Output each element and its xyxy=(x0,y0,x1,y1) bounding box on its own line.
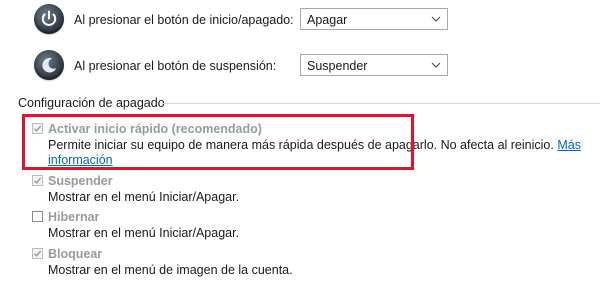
power-button-action-value: Apagar xyxy=(307,13,348,27)
fast-startup-checkbox[interactable] xyxy=(32,123,43,134)
power-button-icon xyxy=(34,4,64,34)
chevron-down-icon xyxy=(431,16,441,22)
sleep-option-description: Mostrar en el menú Iniciar/Apagar. xyxy=(48,190,240,204)
sleep-button-action-select[interactable]: Suspender xyxy=(300,54,448,76)
checkmark-icon xyxy=(34,177,42,184)
power-button-row: Al presionar el botón de inicio/apagado:… xyxy=(0,2,600,38)
sleep-button-action-value: Suspender xyxy=(307,59,368,73)
chevron-down-icon xyxy=(431,62,441,68)
fast-startup-label: Activar inicio rápido (recomendado) xyxy=(48,122,262,136)
sleep-button-row: Al presionar el botón de suspensión: Sus… xyxy=(0,48,600,84)
power-button-label: Al presionar el botón de inicio/apagado: xyxy=(74,13,294,27)
lock-checkbox[interactable] xyxy=(32,248,43,259)
more-info-link-part2: información xyxy=(48,153,113,167)
sleep-button-label: Al presionar el botón de suspensión: xyxy=(74,59,277,73)
shutdown-settings-heading: Configuración de apagado xyxy=(18,96,165,110)
lock-option-description: Mostrar en el menú de imagen de la cuent… xyxy=(48,263,293,277)
fast-startup-description-text: Permite iniciar su equipo de manera más … xyxy=(48,138,554,152)
power-options-panel: Al presionar el botón de inicio/apagado:… xyxy=(0,0,600,300)
more-info-link-part1: Más xyxy=(557,138,581,152)
power-button-action-select[interactable]: Apagar xyxy=(300,8,448,30)
section-divider xyxy=(162,103,600,104)
sleep-option-label: Suspender xyxy=(48,174,113,188)
sleep-button-icon xyxy=(34,50,64,80)
lock-option-label: Bloquear xyxy=(48,247,103,261)
hibernate-checkbox[interactable] xyxy=(32,211,43,222)
checkmark-icon xyxy=(34,250,42,257)
checkmark-icon xyxy=(34,125,42,132)
hibernate-option-label: Hibernar xyxy=(48,210,100,224)
sleep-checkbox[interactable] xyxy=(32,175,43,186)
fast-startup-description: Permite iniciar su equipo de manera más … xyxy=(48,138,588,168)
hibernate-option-description: Mostrar en el menú Iniciar/Apagar. xyxy=(48,226,240,240)
